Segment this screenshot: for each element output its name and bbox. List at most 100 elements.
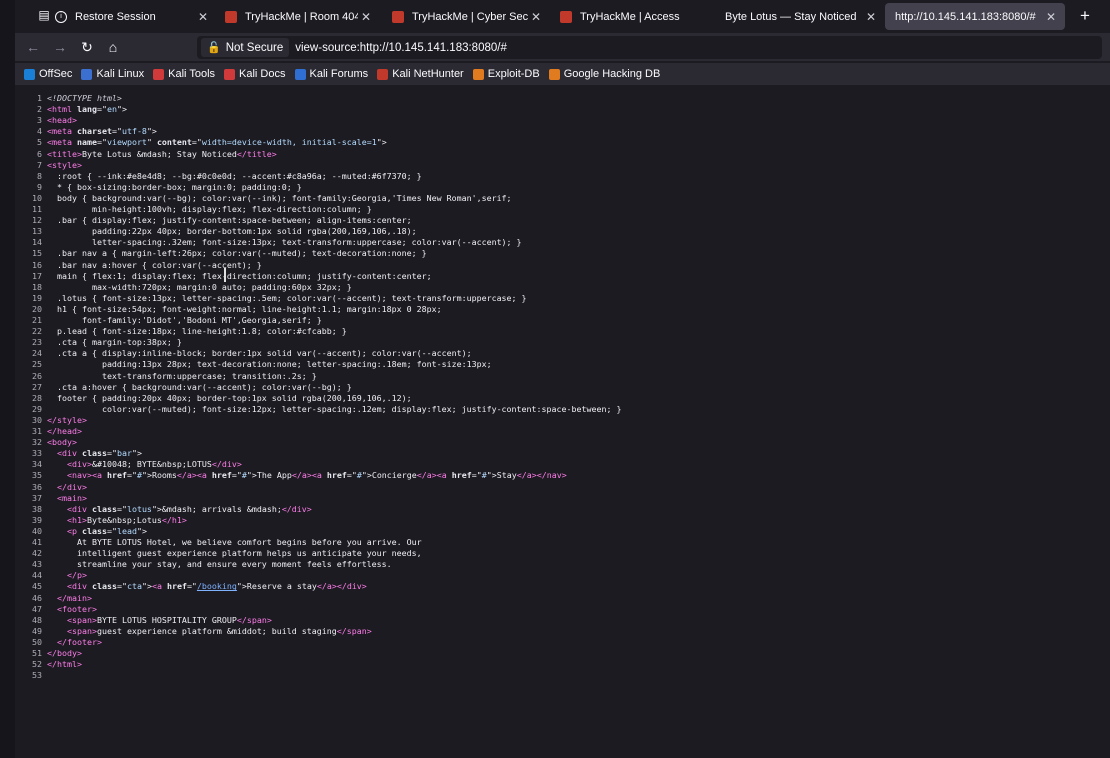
source-token: <nav> — [66, 470, 92, 481]
source-line: 38 <div class="lotus">&mdash; arrivals &… — [15, 504, 312, 515]
source-token: .cta a:hover { background:var(--accent);… — [47, 381, 352, 392]
source-token — [47, 570, 67, 580]
source-token: "> — [146, 126, 157, 137]
source-token: font-family:'Didot','Bodoni MT',Georgia,… — [47, 315, 322, 325]
kali-forums-icon — [294, 68, 306, 80]
close-icon[interactable]: ✕ — [863, 10, 879, 24]
bookmark-item[interactable]: Kali Forums — [294, 68, 368, 80]
source-token: streamline your stay, and ensure every m… — [47, 559, 392, 570]
line-number: 49 — [32, 625, 42, 636]
source-token: class — [81, 525, 107, 536]
source-token: ">Stay — [486, 470, 517, 481]
line-number: 7 — [37, 159, 42, 170]
bookmark-item[interactable]: Kali Tools — [153, 68, 215, 80]
bookmark-item[interactable]: Google Hacking DB — [548, 68, 660, 80]
source-line: 7 <style> — [15, 160, 82, 171]
bookmark-item[interactable]: Exploit-DB — [472, 68, 540, 80]
tryhackme-icon — [560, 10, 572, 23]
source-token: href — [211, 470, 232, 481]
tab-view-source[interactable]: http://10.145.141.183:8080/# ✕ — [885, 3, 1065, 30]
line-number: 21 — [32, 315, 42, 325]
source-line: 34 <div>&#10048; BYTE&nbsp;LOTUS</div> — [15, 459, 242, 470]
source-line: 45 <div class="cta"><a href="/booking">R… — [15, 581, 367, 592]
source-token: <p — [66, 525, 82, 536]
source-token: .cta { margin-top:38px; } — [47, 337, 182, 348]
back-icon[interactable]: ← — [24, 38, 42, 56]
source-token: <span> — [66, 625, 97, 636]
bookmark-item[interactable]: OffSec — [24, 68, 72, 80]
source-line: 37 <main> — [15, 493, 87, 504]
line-number: 18 — [32, 281, 42, 292]
home-icon[interactable]: ⌂ — [104, 38, 122, 56]
url-bar[interactable]: 🔓 Not Secure view-source:http://10.145.1… — [197, 36, 1102, 59]
source-token: href — [166, 581, 187, 592]
tab-tryhackme-access[interactable]: TryHackMe | Access — [550, 0, 718, 33]
line-number: 29 — [32, 403, 42, 414]
tab-byte-lotus[interactable]: Byte Lotus — Stay Noticed ✕ — [715, 0, 885, 33]
line-number: 25 — [32, 359, 42, 370]
source-line: 24 .cta a { display:inline-block; border… — [15, 348, 472, 359]
tab-tryhackme-room[interactable]: TryHackMe | Room 404 ✕ — [215, 0, 380, 33]
source-token: lead — [116, 525, 137, 536]
source-token: ">Reserve a stay — [236, 581, 317, 592]
bookmark-item[interactable]: Kali Linux — [81, 68, 144, 80]
tryhackme-icon — [225, 10, 237, 23]
source-token: =" — [111, 126, 122, 137]
source-token: <html — [47, 104, 77, 115]
source-token: At BYTE LOTUS Hotel, we believe comfort … — [47, 537, 422, 547]
source-token: </div> — [211, 459, 242, 470]
source-line: 14 letter-spacing:.32em; font-size:13px;… — [15, 237, 522, 248]
source-line: 29 color:var(--muted); font-size:12px; l… — [15, 404, 621, 415]
line-number: 9 — [37, 181, 42, 192]
source-token: =" — [116, 581, 127, 592]
line-number: 40 — [32, 525, 42, 536]
source-line: 20 h1 { font-size:54px; font-weight:norm… — [15, 304, 442, 315]
close-icon[interactable]: ✕ — [528, 10, 544, 24]
source-token: BYTE LOTUS HOSPITALITY GROUP — [96, 614, 237, 625]
line-number: 12 — [32, 215, 42, 226]
new-tab-icon[interactable]: + — [1075, 6, 1095, 26]
close-icon[interactable]: ✕ — [1043, 10, 1059, 24]
tab-restore-session[interactable]: i Restore Session ✕ — [45, 0, 217, 33]
info-icon: i — [55, 10, 67, 23]
url-input[interactable]: view-source:http://10.145.141.183:8080/# — [295, 42, 507, 54]
source-line: 12 .bar { display:flex; justify-content:… — [15, 215, 412, 226]
line-number: 38 — [32, 503, 42, 514]
bookmark-label: Kali Tools — [168, 68, 216, 80]
line-number: 50 — [32, 636, 42, 647]
source-line: 3 <head> — [15, 115, 77, 126]
source-line: 1 <!DOCTYPE html> — [15, 93, 122, 104]
bookmark-label: Exploit-DB — [487, 68, 540, 80]
source-token — [47, 459, 67, 469]
source-token: <main> — [57, 492, 87, 503]
source-token: <meta — [47, 126, 77, 137]
source-line: 42 intelligent guest experience platform… — [15, 548, 422, 559]
forward-icon[interactable]: → — [51, 38, 69, 56]
close-icon[interactable]: ✕ — [358, 10, 374, 24]
source-token: <!DOCTYPE html> — [47, 93, 122, 103]
source-token: .lotus { font-size:13px; letter-spacing:… — [47, 292, 527, 303]
close-icon[interactable]: ✕ — [195, 10, 211, 24]
bookmark-item[interactable]: Kali NetHunter — [377, 68, 464, 80]
source-link[interactable]: /booking — [197, 581, 237, 591]
bookmarks-toolbar: OffSec Kali Linux Kali Tools Kali Docs Kali … — [15, 63, 1110, 85]
site-security-indicator[interactable]: 🔓 Not Secure — [201, 38, 290, 57]
source-line: 48 <span>BYTE LOTUS HOSPITALITY GROUP</s… — [15, 615, 272, 626]
source-token — [47, 615, 67, 625]
offsec-icon — [24, 68, 35, 80]
source-line: 18 max-width:720px; margin:0 auto; paddi… — [15, 282, 352, 293]
tab-tryhackme-cyber[interactable]: TryHackMe | Cyber Securi ✕ — [382, 0, 550, 33]
line-number: 44 — [32, 570, 42, 581]
source-line: 52 </html> — [15, 659, 82, 670]
source-token: utf-8 — [121, 126, 147, 137]
source-token: " — [146, 137, 157, 148]
source-token: * { box-sizing:border-box; margin:0; pad… — [47, 181, 302, 192]
text-cursor — [224, 268, 226, 282]
source-token — [47, 515, 67, 525]
bookmark-item[interactable]: Kali Docs — [224, 68, 286, 80]
source-line: 50 </footer> — [15, 637, 102, 648]
reload-icon[interactable]: ↻ — [78, 38, 96, 56]
source-token: </head> — [47, 426, 82, 436]
source-token: <span> — [66, 614, 97, 625]
source-token: ">Rooms — [141, 470, 177, 481]
